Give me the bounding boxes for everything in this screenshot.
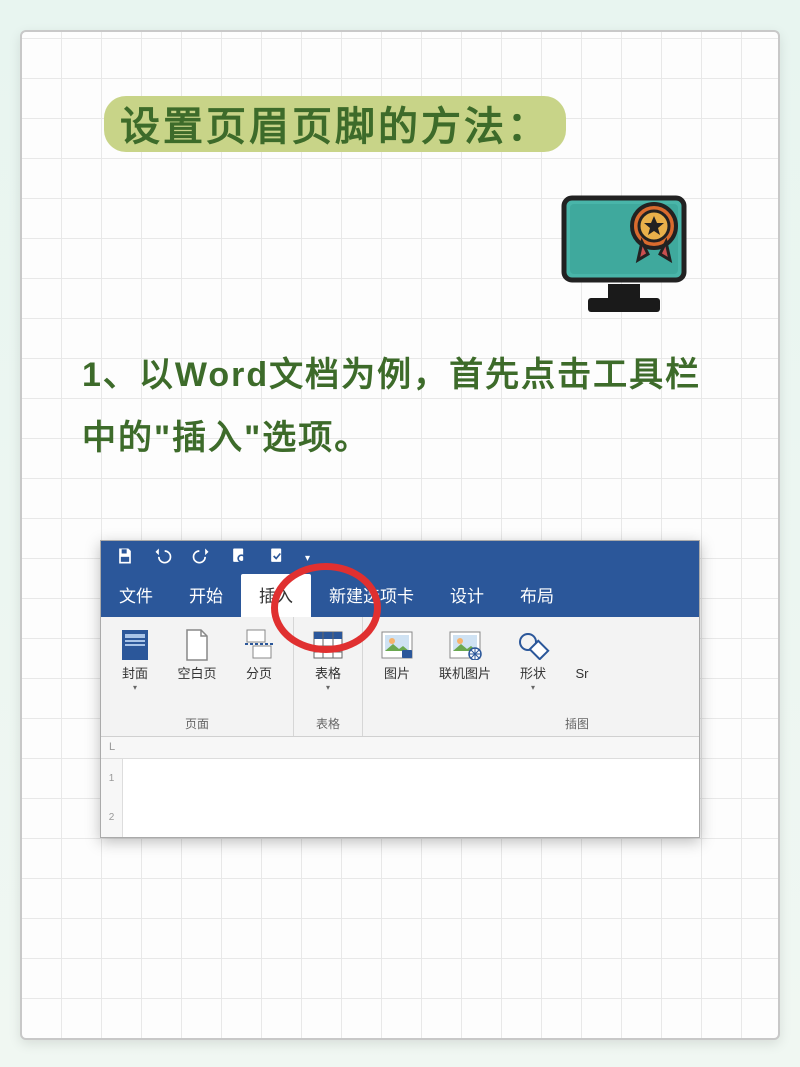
vertical-ruler: 1 2 (101, 759, 123, 837)
menu-newtab[interactable]: 新建选项卡 (311, 574, 432, 617)
horizontal-ruler: L (101, 737, 699, 759)
shapes-icon (515, 627, 551, 663)
save-icon[interactable] (115, 546, 135, 571)
dropdown-icon: ▾ (133, 683, 137, 692)
menu-file[interactable]: 文件 (101, 574, 171, 617)
online-picture-icon (447, 627, 483, 663)
btn-picture[interactable]: 图片 (373, 627, 421, 681)
menu-bar: 文件 开始 插入 新建选项卡 设计 布局 (101, 577, 699, 617)
group-label-illus: 插图 (373, 713, 593, 734)
page-break-icon (241, 627, 277, 663)
group-pages: 封面 ▾ 空白页 分页 页面 (101, 617, 294, 736)
menu-design[interactable]: 设计 (432, 574, 502, 617)
undo-icon[interactable] (153, 546, 173, 571)
menu-home[interactable]: 开始 (171, 574, 241, 617)
picture-icon (379, 627, 415, 663)
cover-page-icon (117, 627, 153, 663)
spellcheck-icon[interactable] (267, 546, 287, 571)
btn-smartart-cut[interactable]: Sr (571, 627, 593, 681)
paper-card: 设置页眉页脚的方法： 1、以Word文档为例，首先点击工具栏中的"插入"选项。 … (20, 30, 780, 1040)
btn-page-break[interactable]: 分页 (235, 627, 283, 681)
btn-table[interactable]: 表格 ▾ (304, 627, 352, 692)
group-label-tables: 表格 (304, 713, 352, 734)
title-wrap: 设置页眉页脚的方法： (112, 92, 558, 154)
btn-blank-page[interactable]: 空白页 (173, 627, 221, 681)
blank-page-icon (179, 627, 215, 663)
table-icon (310, 627, 346, 663)
group-tables: 表格 ▾ 表格 (294, 617, 363, 736)
dropdown-icon: ▾ (326, 683, 330, 692)
step-1-text: 1、以Word文档为例，首先点击工具栏中的"插入"选项。 (82, 344, 718, 470)
group-label-pages: 页面 (111, 713, 283, 734)
btn-cover-page[interactable]: 封面 ▾ (111, 627, 159, 692)
dropdown-icon: ▾ (531, 683, 535, 692)
ruler-mark: L (109, 741, 115, 753)
qat-dropdown-icon[interactable]: ▾ (305, 553, 310, 564)
page-title: 设置页眉页脚的方法： (112, 92, 558, 154)
menu-layout[interactable]: 布局 (502, 574, 572, 617)
ribbon: 封面 ▾ 空白页 分页 页面 (101, 617, 699, 737)
btn-online-picture[interactable]: 联机图片 (435, 627, 495, 681)
file-preview-icon[interactable] (229, 546, 249, 571)
menu-insert[interactable]: 插入 (241, 574, 311, 617)
redo-icon[interactable] (191, 546, 211, 571)
computer-award-icon (558, 192, 698, 327)
word-ribbon-screenshot: ▾ 文件 开始 插入 新建选项卡 设计 布局 封面 ▾ (100, 540, 700, 838)
document-area: L 1 2 (101, 737, 699, 837)
group-illustrations: 图片 联机图片 形状 ▾ Sr 插图 (363, 617, 603, 736)
btn-shapes[interactable]: 形状 ▾ (509, 627, 557, 692)
quick-access-toolbar: ▾ (101, 541, 699, 577)
